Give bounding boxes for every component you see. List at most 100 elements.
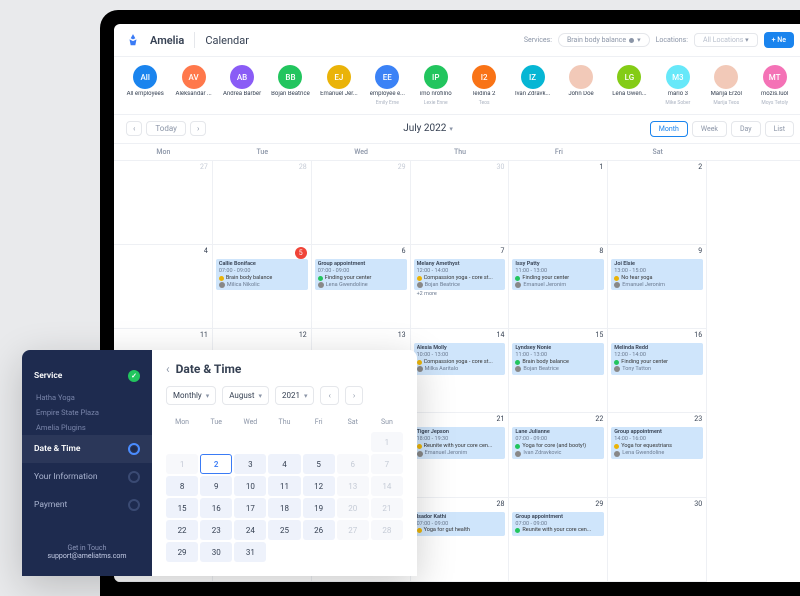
employee-chip[interactable]: MTmozis.luolMoys Tetoly — [755, 65, 793, 106]
step-payment[interactable]: Payment — [22, 491, 152, 519]
event-card[interactable]: Group appointment07:00 - 09:00Finding yo… — [315, 259, 407, 291]
day-cell[interactable]: 28 — [213, 161, 312, 245]
new-button[interactable]: + Ne — [764, 32, 794, 48]
day-cell[interactable]: 28Isador Kathi07:00 - 09:00Yoga for gut … — [411, 498, 510, 582]
day-cell[interactable]: 2 — [608, 161, 707, 245]
mini-day-cell[interactable]: 24 — [234, 520, 266, 540]
day-cell[interactable]: 30 — [608, 498, 707, 582]
mini-day-cell[interactable]: 23 — [200, 520, 232, 540]
mini-day-cell[interactable]: 25 — [268, 520, 300, 540]
next-button[interactable]: › — [190, 121, 206, 136]
employee-chip[interactable]: LGLena Gwen... — [610, 65, 648, 106]
mini-day-cell[interactable]: 4 — [268, 454, 300, 474]
event-card[interactable]: Group appointment07:00 - 09:00Reunite wi… — [512, 512, 604, 537]
day-cell[interactable]: 29 — [312, 161, 411, 245]
event-card[interactable]: Isador Kathi07:00 - 09:00Yoga for gut he… — [414, 512, 506, 537]
day-cell[interactable]: 27 — [114, 161, 213, 245]
event-card[interactable]: Lyndsey Nonie11:00 - 13:00Brain body bal… — [512, 343, 604, 375]
mini-day-cell[interactable]: 30 — [200, 542, 232, 562]
mini-day-cell[interactable]: 15 — [166, 498, 198, 518]
mini-day-cell[interactable]: 29 — [166, 542, 198, 562]
employee-chip[interactable]: IZIvan Zdravk... — [513, 65, 551, 106]
day-cell[interactable]: 14Alesia Molly10:00 - 13:00Compassion yo… — [411, 329, 510, 413]
event-card[interactable]: Tiger Jepson18:00 - 19:30Reunite with yo… — [414, 427, 506, 459]
mini-day-cell[interactable]: 14 — [371, 476, 403, 496]
services-chip[interactable]: Brain body balance▾ — [558, 33, 650, 47]
mini-day-cell[interactable]: 20 — [337, 498, 369, 518]
month-select[interactable]: August▾ — [222, 386, 269, 405]
step-info[interactable]: Your Information — [22, 463, 152, 491]
mini-day-cell[interactable]: 1 — [166, 454, 198, 474]
day-cell[interactable]: 5Callie Boniface07:00 - 09:00Brain body … — [213, 245, 312, 329]
day-cell[interactable]: 30 — [411, 161, 510, 245]
mini-day-cell[interactable]: 17 — [234, 498, 266, 518]
employee-chip[interactable]: John Doe — [562, 65, 600, 106]
day-cell[interactable]: 4 — [114, 245, 213, 329]
day-cell[interactable]: 15Lyndsey Nonie11:00 - 13:00Brain body b… — [509, 329, 608, 413]
event-card[interactable]: Melinda Redd12:00 - 14:00Finding your ce… — [611, 343, 703, 375]
employee-chip[interactable]: BBBojan Beatrice — [271, 65, 309, 106]
employee-chip[interactable]: EEemployee e...Emily Erne — [368, 65, 406, 106]
today-button[interactable]: Today — [146, 121, 186, 136]
event-card[interactable]: Lane Julianne07:00 - 09:00Yoga for core … — [512, 427, 604, 459]
month-label[interactable]: July 2022 ▾ — [403, 123, 453, 134]
mini-day-cell[interactable]: 5 — [303, 454, 335, 474]
employee-chip[interactable]: I2leidina 2Teos — [465, 65, 503, 106]
employee-chip[interactable]: ABAndrea Barber — [223, 65, 261, 106]
employee-chip[interactable]: Marija ErzolMarija Teos — [707, 65, 745, 106]
view-month[interactable]: Month — [650, 121, 688, 137]
view-list[interactable]: List — [765, 121, 794, 137]
mini-day-cell[interactable]: 13 — [337, 476, 369, 496]
day-cell[interactable]: 16Melinda Redd12:00 - 14:00Finding your … — [608, 329, 707, 413]
day-cell[interactable]: 1 — [509, 161, 608, 245]
mini-day-cell[interactable]: 9 — [200, 476, 232, 496]
day-cell[interactable]: 29Group appointment07:00 - 09:00Reunite … — [509, 498, 608, 582]
step-datetime[interactable]: Date & Time — [22, 435, 152, 463]
mini-day-cell[interactable]: 12 — [303, 476, 335, 496]
employee-chip[interactable]: AllAll employees — [126, 65, 164, 106]
view-day[interactable]: Day — [731, 121, 761, 137]
mini-day-cell[interactable]: 18 — [268, 498, 300, 518]
mini-day-cell[interactable]: 22 — [166, 520, 198, 540]
day-cell[interactable]: 7Melany Amethyst12:00 - 14:00Compassion … — [411, 245, 510, 329]
day-cell[interactable]: 22Lane Julianne07:00 - 09:00Yoga for cor… — [509, 413, 608, 497]
employee-chip[interactable]: IPimo nrofilnoLexie Enne — [417, 65, 455, 106]
mini-prev-button[interactable]: ‹ — [320, 386, 338, 405]
day-cell[interactable]: 9Joi Elsie13:00 - 15:00No fear yogaEmanu… — [608, 245, 707, 329]
mini-day-cell[interactable]: 11 — [268, 476, 300, 496]
mini-day-cell[interactable]: 10 — [234, 476, 266, 496]
employee-chip[interactable]: M3mario 3Mike Sober — [659, 65, 697, 106]
step-service[interactable]: Service ✓ — [22, 362, 152, 390]
mini-day-cell[interactable]: 8 — [166, 476, 198, 496]
event-card[interactable]: Melany Amethyst12:00 - 14:00Compassion y… — [414, 259, 506, 291]
day-cell[interactable]: 21Tiger Jepson18:00 - 19:30Reunite with … — [411, 413, 510, 497]
mini-day-cell[interactable]: 7 — [371, 454, 403, 474]
mini-day-cell[interactable]: 3 — [234, 454, 266, 474]
event-card[interactable]: Issy Patty11:00 - 13:00Finding your cent… — [512, 259, 604, 291]
prev-button[interactable]: ‹ — [126, 121, 142, 136]
mini-day-cell[interactable]: 2 — [200, 454, 232, 474]
more-link[interactable]: +2 more — [414, 290, 506, 298]
event-card[interactable]: Callie Boniface07:00 - 09:00Brain body b… — [216, 259, 308, 291]
day-cell[interactable]: 23Group appointment14:00 - 16:00Yoga for… — [608, 413, 707, 497]
back-icon[interactable]: ‹ — [166, 362, 170, 376]
mini-day-cell[interactable]: 27 — [337, 520, 369, 540]
day-cell[interactable]: 8Issy Patty11:00 - 13:00Finding your cen… — [509, 245, 608, 329]
mini-day-cell[interactable]: 28 — [371, 520, 403, 540]
event-card[interactable]: Joi Elsie13:00 - 15:00No fear yogaEmanue… — [611, 259, 703, 291]
mini-next-button[interactable]: › — [345, 386, 363, 405]
frequency-select[interactable]: Monthly▾ — [166, 386, 216, 405]
mini-day-cell[interactable]: 16 — [200, 498, 232, 518]
view-week[interactable]: Week — [692, 121, 727, 137]
event-card[interactable]: Group appointment14:00 - 16:00Yoga for e… — [611, 427, 703, 459]
mini-day-cell[interactable]: 21 — [371, 498, 403, 518]
mini-day-cell[interactable]: 1 — [371, 432, 403, 452]
day-cell[interactable]: 6Group appointment07:00 - 09:00Finding y… — [312, 245, 411, 329]
mini-day-cell[interactable]: 19 — [303, 498, 335, 518]
year-select[interactable]: 2021▾ — [275, 386, 315, 405]
locations-select[interactable]: All Locations ▾ — [694, 33, 758, 47]
event-card[interactable]: Alesia Molly10:00 - 13:00Compassion yoga… — [414, 343, 506, 375]
employee-chip[interactable]: EJEmanuel Jer... — [320, 65, 358, 106]
employee-chip[interactable]: AVAleksandar ... — [174, 65, 212, 106]
mini-day-cell[interactable]: 31 — [234, 542, 266, 562]
